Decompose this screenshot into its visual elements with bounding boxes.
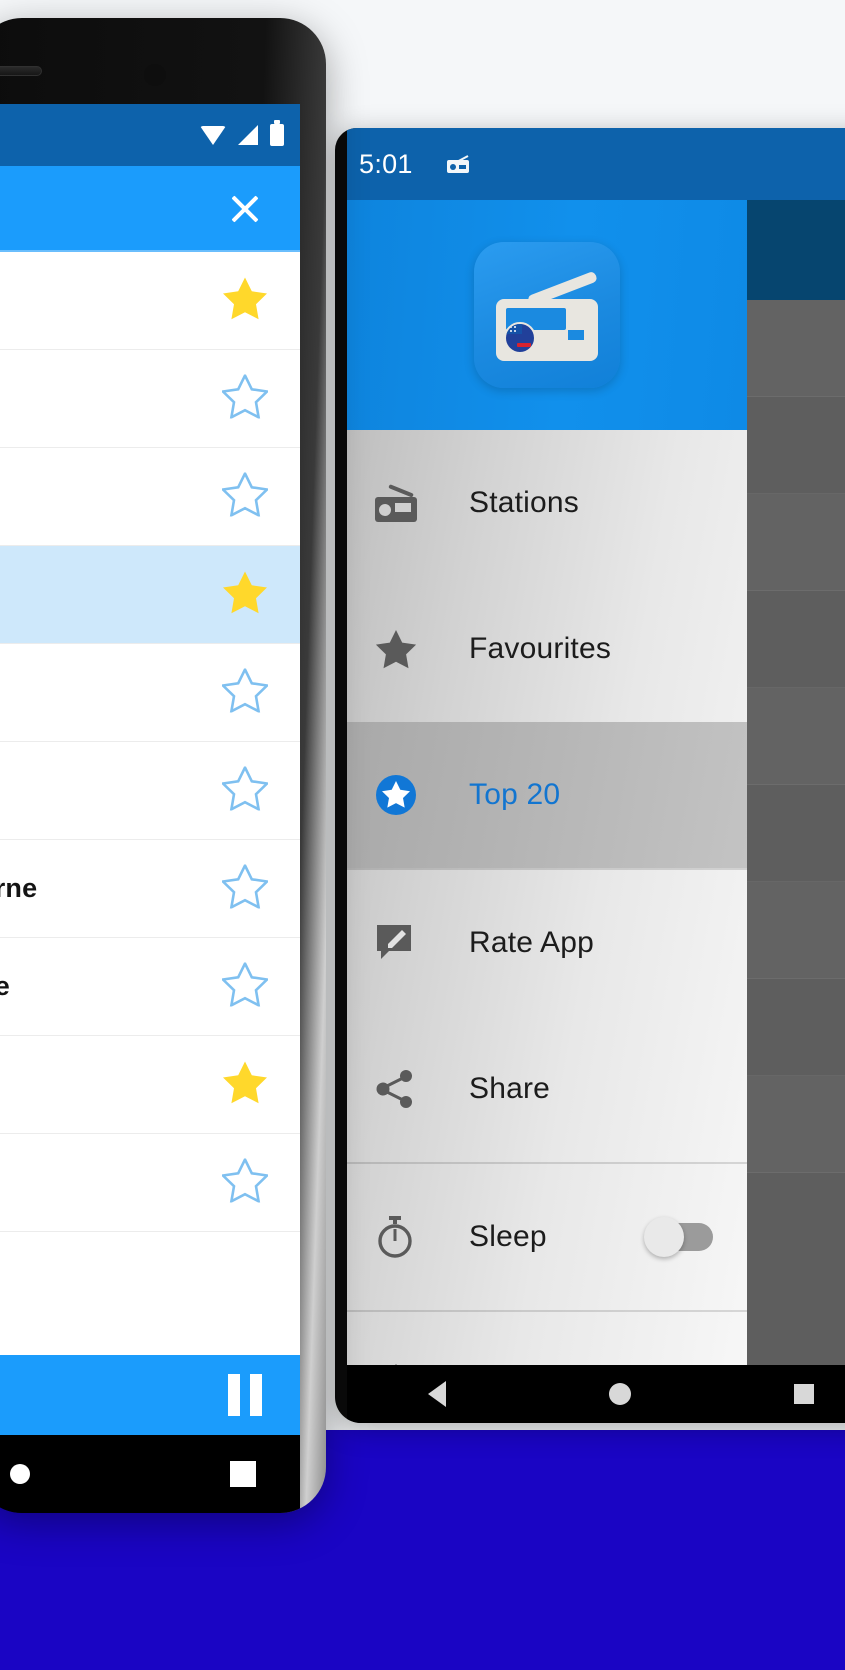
left-phone-screen: e: [0, 104, 300, 1435]
left-phone-device: e: [0, 18, 326, 1513]
sleep-toggle[interactable]: [644, 1217, 713, 1257]
status-time: 5:01: [359, 148, 413, 179]
australia-flag-icon: [504, 322, 536, 354]
radio-app-icon: [474, 242, 620, 388]
favourite-star-outline-icon[interactable]: [220, 1156, 270, 1207]
favourite-star-filled-icon[interactable]: [222, 570, 268, 619]
home-circle-icon[interactable]: [10, 1464, 30, 1484]
favourite-star-outline-icon[interactable]: [220, 372, 270, 423]
left-status-bar: [0, 104, 300, 166]
list-item[interactable]: [0, 1134, 300, 1232]
favourite-star-outline-icon[interactable]: [220, 666, 270, 717]
drawer-item-rate-app[interactable]: Rate App: [347, 870, 747, 1016]
drawer-item-top-20[interactable]: Top 20: [347, 722, 747, 868]
drawer-item-sleep[interactable]: Sleep: [347, 1164, 747, 1310]
list-item[interactable]: [0, 252, 300, 350]
list-item[interactable]: [0, 546, 300, 644]
timer-icon: [375, 1216, 441, 1258]
favourite-star-outline-icon[interactable]: [220, 764, 270, 815]
earpiece-speaker: [0, 66, 42, 76]
star-circle-icon: [375, 774, 441, 816]
favourite-star-filled-icon[interactable]: [222, 276, 268, 325]
radio-icon: [375, 484, 441, 522]
right-status-bar: 5:01: [347, 128, 845, 200]
station-name: urne: [0, 873, 38, 903]
drawer-item-settings[interactable]: Settings: [347, 1312, 747, 1365]
station-name: ne: [0, 971, 10, 1001]
favourite-star-outline-icon[interactable]: [220, 862, 270, 913]
home-circle-icon[interactable]: [608, 1383, 631, 1405]
share-icon: [375, 1069, 441, 1109]
right-nav-bar: [347, 1365, 845, 1423]
navigation-drawer: Stations Favourites Top 20 Rate App Shar…: [347, 200, 747, 1365]
left-nav-bar: [0, 1435, 300, 1513]
drawer-item-favourites[interactable]: Favourites: [347, 576, 747, 722]
right-phone-screen: onal: [347, 128, 845, 1365]
drawer-menu-list: Stations Favourites Top 20 Rate App Shar…: [347, 430, 747, 1365]
player-bar: [0, 1355, 300, 1435]
recents-square-icon[interactable]: [793, 1384, 814, 1404]
drawer-item-label: Rate App: [469, 926, 595, 959]
pause-icon[interactable]: [228, 1374, 262, 1416]
drawer-item-label: Top 20: [469, 778, 561, 811]
list-item[interactable]: [0, 350, 300, 448]
toggle-knob: [644, 1217, 684, 1257]
flag-stripe: [517, 343, 531, 347]
rate-pencil-icon: [375, 923, 441, 963]
left-app-bar: [0, 166, 300, 252]
drawer-item-stations[interactable]: Stations: [347, 430, 747, 576]
star-icon: [375, 629, 441, 669]
close-icon[interactable]: [228, 192, 262, 226]
drawer-header: [347, 200, 747, 430]
list-item[interactable]: urne: [0, 840, 300, 938]
drawer-item-label: Sleep: [469, 1220, 547, 1253]
favourite-star-outline-icon[interactable]: [220, 960, 270, 1011]
recents-square-icon[interactable]: [230, 1461, 256, 1487]
right-phone-device: onal: [335, 128, 845, 1423]
list-item[interactable]: [0, 742, 300, 840]
drawer-item-label: Share: [469, 1072, 551, 1105]
list-item[interactable]: [0, 644, 300, 742]
drawer-item-share[interactable]: Share: [347, 1016, 747, 1162]
favourite-star-outline-icon[interactable]: [220, 470, 270, 521]
signal-icon: [238, 125, 258, 145]
radio-notch-shape: [568, 330, 584, 340]
drawer-item-label: Favourites: [469, 632, 612, 665]
back-triangle-icon[interactable]: [428, 1381, 447, 1407]
list-item[interactable]: e: [0, 448, 300, 546]
station-list[interactable]: e: [0, 252, 300, 1355]
battery-icon: [270, 120, 284, 146]
drawer-item-label: Stations: [469, 486, 579, 519]
front-camera: [144, 64, 166, 86]
screenshot-stage: onal: [0, 0, 845, 1670]
list-item[interactable]: ne: [0, 938, 300, 1036]
list-item[interactable]: [0, 1036, 300, 1134]
radio-notification-icon: [446, 155, 469, 173]
favourite-star-filled-icon[interactable]: [222, 1060, 268, 1109]
wifi-icon: [200, 125, 226, 145]
